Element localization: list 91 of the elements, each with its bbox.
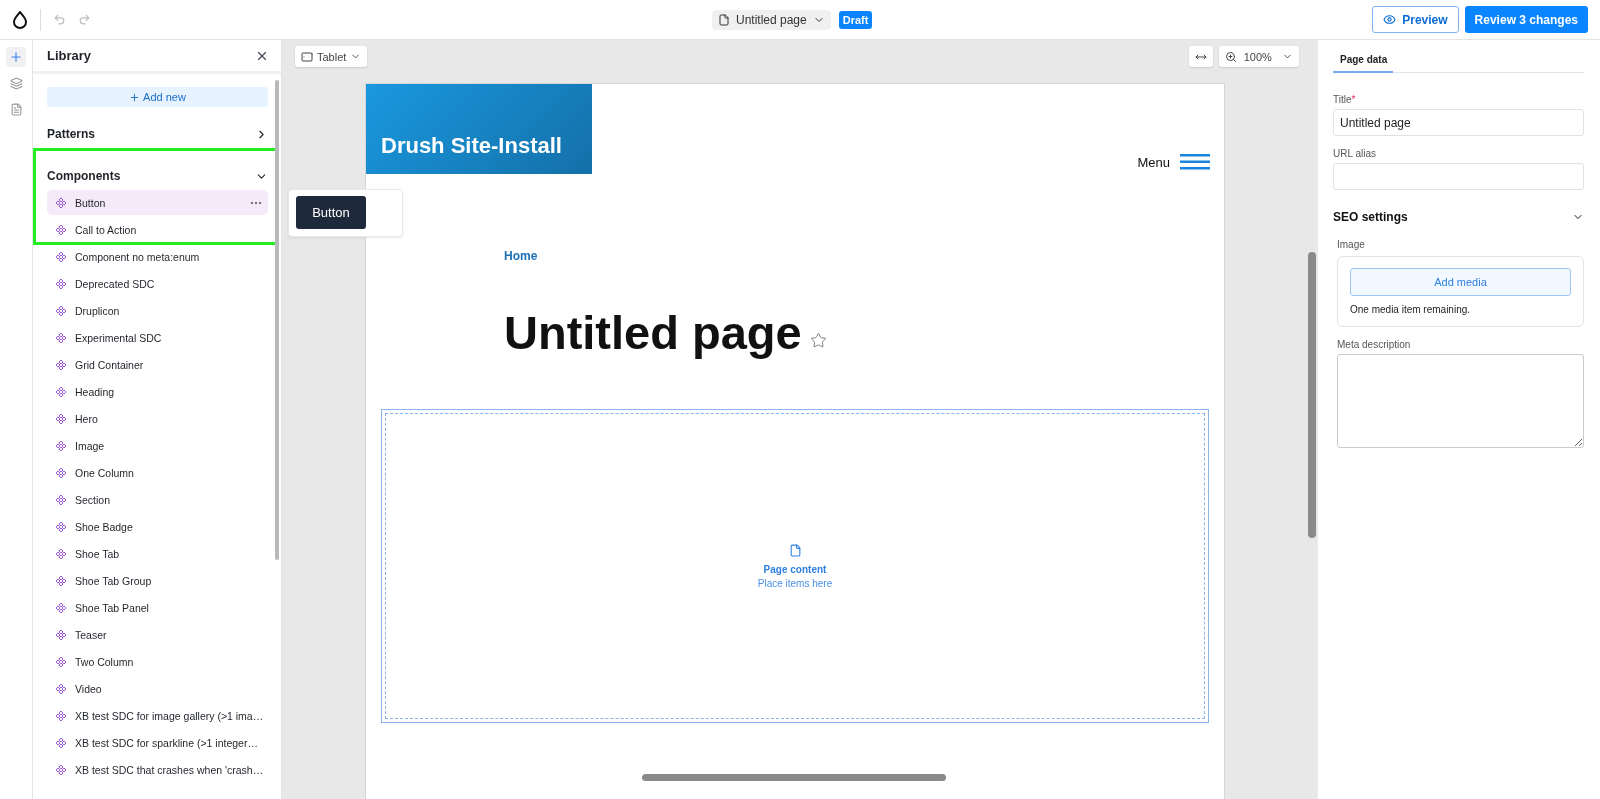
document-icon — [9, 102, 23, 116]
button-preview: Button — [296, 196, 366, 229]
component-item[interactable]: Image — [47, 433, 268, 458]
component-icon — [55, 736, 67, 749]
component-icon — [55, 547, 67, 560]
component-item[interactable]: Shoe Badge — [47, 514, 268, 539]
component-item[interactable]: Section — [47, 487, 268, 512]
component-icon — [55, 763, 67, 776]
component-item[interactable]: Component no meta:enum — [47, 244, 268, 269]
section-header[interactable]: SEO settings — [1333, 210, 1584, 224]
scrollbar[interactable] — [275, 80, 279, 560]
status-badge: Draft — [838, 10, 873, 29]
field-label: URL alias — [1333, 148, 1377, 159]
title-field[interactable]: Untitled page — [1333, 109, 1584, 136]
rail-button[interactable] — [6, 47, 26, 67]
tab[interactable]: Page data — [1333, 48, 1394, 73]
component-icon — [55, 466, 67, 479]
component-icon — [55, 385, 67, 398]
component-item[interactable]: One Column — [47, 460, 268, 485]
url-alias-field[interactable] — [1333, 163, 1584, 190]
component-icon — [55, 277, 67, 290]
menu-icon[interactable] — [1180, 154, 1210, 170]
scrollbar[interactable] — [1308, 252, 1316, 538]
component-icon — [55, 223, 67, 236]
field-label: Meta description — [1337, 339, 1412, 350]
tablet-icon — [301, 50, 313, 63]
component-icon — [55, 250, 67, 263]
component-item[interactable]: Video — [47, 676, 268, 701]
component-item[interactable]: Experimental SDC — [47, 325, 268, 350]
scrollbar[interactable] — [642, 774, 946, 781]
component-icon — [55, 493, 67, 506]
plus-icon — [129, 91, 141, 103]
component-icon — [55, 412, 67, 425]
component-item[interactable]: XB test SDC that crashes when 'crash… — [47, 757, 268, 782]
device-selector[interactable]: Tablet — [295, 46, 368, 67]
menu-label[interactable]: Menu — [1137, 154, 1170, 170]
fit-width-button[interactable] — [1188, 46, 1213, 67]
preview-button[interactable]: Preview — [1372, 6, 1459, 33]
component-icon — [55, 628, 67, 641]
file-icon — [788, 543, 802, 557]
component-item[interactable]: Grid Container — [47, 352, 268, 377]
breadcrumb-link[interactable]: Home — [504, 249, 538, 263]
section-header[interactable]: Patterns — [47, 124, 268, 144]
component-icon — [55, 655, 67, 668]
component-icon — [55, 439, 67, 452]
layers-icon — [9, 76, 23, 90]
zoom-selector[interactable]: 100% — [1218, 46, 1299, 67]
meta-description-field[interactable] — [1337, 354, 1584, 448]
add-media-button[interactable]: Add media — [1350, 268, 1571, 296]
field-label: Image — [1337, 239, 1366, 250]
component-icon — [55, 304, 67, 317]
component-item[interactable]: Druplicon — [47, 298, 268, 323]
component-icon — [55, 520, 67, 533]
plus-icon — [9, 50, 23, 64]
site-name: Drush Site-Install — [381, 133, 562, 159]
component-item[interactable]: XB test SDC for sparkline (>1 integer… — [47, 730, 268, 755]
component-icon — [55, 331, 67, 344]
component-item[interactable]: Teaser — [47, 622, 268, 647]
component-item[interactable]: Call to Action — [47, 217, 268, 242]
component-icon — [55, 574, 67, 587]
eye-icon — [1383, 13, 1397, 26]
component-item[interactable]: Shoe Tab Group — [47, 568, 268, 593]
component-icon — [55, 358, 67, 371]
component-icon — [55, 709, 67, 722]
redo-icon[interactable] — [78, 13, 91, 26]
file-icon — [718, 13, 730, 26]
field-label: Title* — [1333, 94, 1357, 105]
zoom-in-icon — [1224, 50, 1237, 63]
drop-zone-title: Page content — [763, 563, 827, 575]
component-item[interactable]: Button — [47, 190, 268, 215]
component-item[interactable]: Shoe Tab Panel — [47, 595, 268, 620]
component-item[interactable]: XB test SDC for image gallery (>1 ima… — [47, 703, 268, 728]
component-icon — [55, 601, 67, 614]
drop-logo-icon[interactable] — [12, 10, 28, 29]
component-item[interactable]: Hero — [47, 406, 268, 431]
media-hint: One media item remaining. — [1350, 304, 1472, 315]
add-new-button[interactable]: Add new — [47, 87, 268, 107]
component-item[interactable]: Shoe Tab — [47, 541, 268, 566]
undo-icon[interactable] — [53, 13, 66, 26]
component-icon — [55, 196, 67, 209]
component-item[interactable]: Deprecated SDC — [47, 271, 268, 296]
panel-title: Library — [47, 48, 92, 63]
drop-zone-hint: Place items here — [757, 577, 833, 589]
page-selector[interactable]: Untitled page — [712, 9, 831, 30]
component-item[interactable]: Heading — [47, 379, 268, 404]
review-button[interactable]: Review 3 changes — [1464, 6, 1588, 33]
more-icon[interactable] — [250, 200, 262, 205]
section-header[interactable]: Components — [47, 166, 268, 186]
page-heading: Untitled page — [504, 305, 802, 361]
component-item[interactable]: Two Column — [47, 649, 268, 674]
component-icon — [55, 682, 67, 695]
